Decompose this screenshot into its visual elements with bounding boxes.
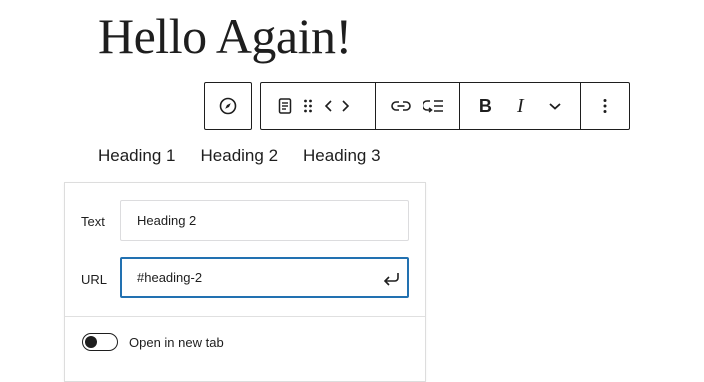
link-icon (391, 101, 411, 111)
bold-button[interactable]: B (471, 83, 499, 129)
block-controls-group (261, 83, 375, 129)
link-popover: Text URL Open in new tab (64, 182, 426, 382)
options-group (580, 83, 629, 129)
chevron-down-icon (549, 103, 561, 110)
open-new-tab-toggle[interactable] (82, 333, 118, 351)
url-field-label: URL (81, 272, 108, 287)
paragraph-block-button[interactable] (271, 83, 299, 129)
page-title[interactable]: Hello Again! (98, 4, 352, 68)
list-indent-button[interactable] (420, 83, 448, 129)
link-button[interactable] (387, 83, 415, 129)
format-controls-group: B I (459, 83, 580, 129)
open-new-tab-label: Open in new tab (129, 335, 224, 350)
bold-icon: B (478, 95, 492, 116)
italic-button[interactable]: I (506, 83, 534, 129)
drag-handle-icon (304, 99, 312, 113)
heading-links: Heading 1 Heading 2 Heading 3 (98, 146, 381, 166)
italic-icon: I (516, 94, 524, 117)
compass-button[interactable] (205, 83, 251, 129)
code-icon (324, 100, 350, 112)
divider (65, 316, 425, 317)
more-options-button[interactable] (591, 83, 619, 129)
paragraph-icon (278, 98, 292, 114)
heading-link-2[interactable]: Heading 2 (201, 146, 279, 166)
text-field-label: Text (81, 214, 105, 229)
link-controls-group (374, 83, 460, 129)
heading-link-3[interactable]: Heading 3 (303, 146, 381, 166)
submit-link-icon[interactable] (381, 269, 401, 289)
block-toolbar: B I (260, 82, 630, 130)
compass-icon (219, 97, 237, 115)
list-indent-icon (423, 100, 444, 113)
toggle-knob (85, 336, 97, 348)
block-navigation-toolbar (204, 82, 252, 130)
link-text-input[interactable] (120, 200, 409, 241)
more-formats-button[interactable] (541, 83, 569, 129)
link-url-input[interactable] (120, 257, 409, 298)
move-block-button[interactable] (317, 83, 357, 129)
drag-handle-button[interactable] (299, 83, 317, 129)
heading-link-1[interactable]: Heading 1 (98, 146, 176, 166)
more-options-icon (603, 99, 607, 113)
